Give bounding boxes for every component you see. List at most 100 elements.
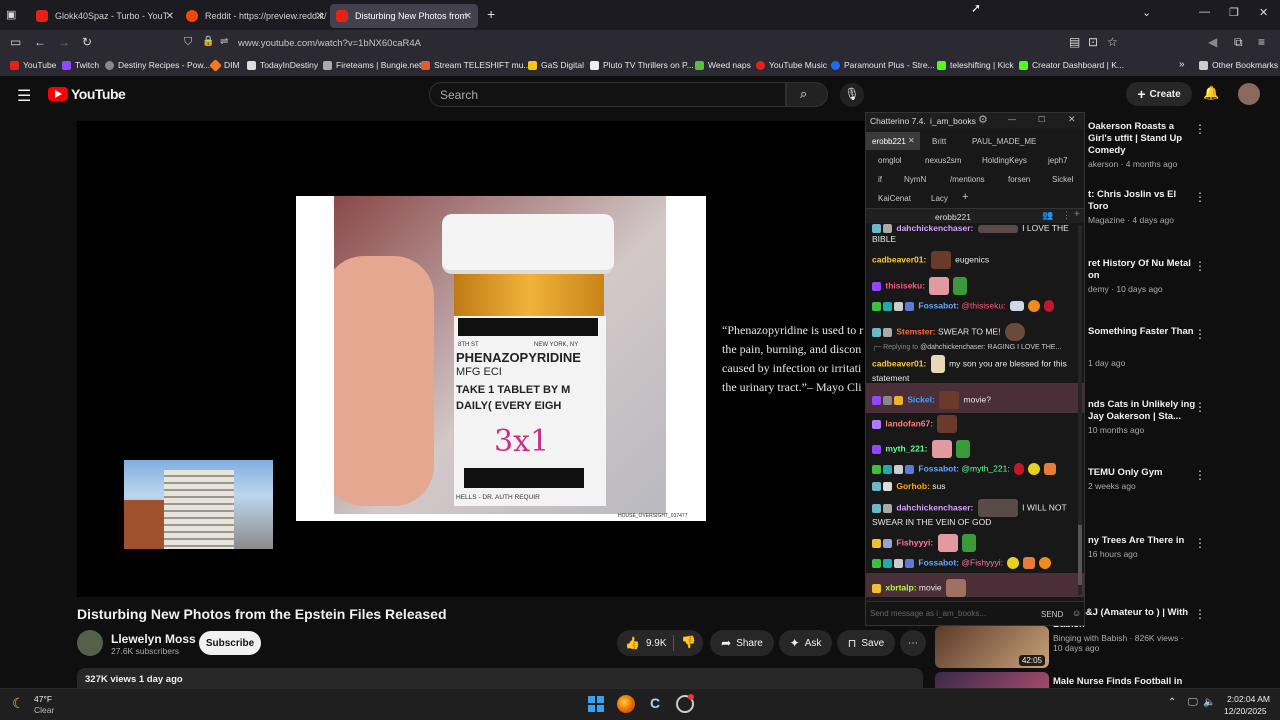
chat-username[interactable]: Fossabot:	[918, 300, 959, 310]
bookmark-gas-digital[interactable]: GaS Digital	[528, 60, 584, 70]
tab-nymn[interactable]: NymN	[904, 175, 926, 184]
back-arrow-icon[interactable]: ←	[34, 35, 46, 49]
recommendation-item[interactable]: TEMU Only Gym 2 weeks ago	[1088, 467, 1198, 491]
close-icon[interactable]: ✕	[464, 11, 472, 22]
shield-icon[interactable]: ⛉	[184, 36, 192, 49]
recommendation-item[interactable]: nds Cats in Unlikely ing Jay Oakerson | …	[1088, 399, 1198, 435]
more-options-icon[interactable]: ⋮	[1194, 607, 1206, 621]
notifications-bell-icon[interactable]: 🔔	[1203, 85, 1219, 101]
tab-forsen[interactable]: forsen	[1008, 175, 1030, 184]
more-options-icon[interactable]: ⋮	[1194, 190, 1206, 204]
minimize-button[interactable]: —	[1199, 6, 1210, 18]
chat-username[interactable]: Stemster:	[896, 326, 935, 336]
tab-erobb221[interactable]: erobb221 ✕	[866, 132, 920, 150]
more-options-icon[interactable]: ⋮	[1194, 536, 1206, 550]
sidebar-icon[interactable]: ▭	[10, 35, 21, 49]
bookmark-youtube[interactable]: YouTube	[10, 60, 56, 70]
description-box[interactable]: 327K views 1 day ago	[77, 668, 923, 688]
chevron-down-icon[interactable]: ⌄	[1142, 6, 1151, 19]
windows-start-icon[interactable]	[588, 696, 604, 712]
permissions-icon[interactable]: ⇌	[220, 36, 228, 47]
maximize-button[interactable]: ☐	[1038, 115, 1045, 124]
url-text[interactable]: www.youtube.com/watch?v=1bNX60caR4A	[238, 38, 421, 49]
tab-glokk[interactable]: Glokk40Spaz - Turbo - YouT ✕	[30, 4, 180, 28]
extensions-icon[interactable]: ⧉	[1234, 35, 1243, 50]
avatar[interactable]	[1238, 83, 1260, 105]
tab-sickel[interactable]: Sickel	[1052, 175, 1073, 184]
bookmark-twitch[interactable]: Twitch	[62, 60, 99, 70]
settings-gear-icon[interactable]: ⚙	[978, 113, 988, 126]
bookmark-teleshift[interactable]: Stream TELESHIFT mu...	[421, 60, 531, 70]
hamburger-menu-icon[interactable]: ☰	[17, 86, 31, 106]
bookmark-paramount[interactable]: Paramount Plus - Stre...	[831, 60, 935, 70]
chat-username[interactable]: thisiseku:	[885, 280, 925, 290]
tab-holdingkeys[interactable]: HoldingKeys	[982, 156, 1027, 165]
menu-icon[interactable]: ≡	[1258, 35, 1265, 49]
save-button[interactable]: ⊓ Save	[837, 630, 895, 656]
rec-title[interactable]: Oakerson Roasts a Girl's utfit | Stand U…	[1088, 121, 1198, 157]
video-thumbnail[interactable]: 42:05	[935, 626, 1049, 668]
tab-lacy[interactable]: Lacy	[931, 194, 948, 203]
tab-nexus2sm[interactable]: nexus2sm	[925, 156, 961, 165]
rec-title[interactable]: ret History Of Nu Metal on	[1088, 258, 1198, 282]
bookmark-creator-dashboard[interactable]: Creator Dashboard | K...	[1019, 60, 1124, 70]
bookmark-pluto-tv[interactable]: Pluto TV Thrillers on P...	[590, 60, 694, 70]
chat-username[interactable]: Fishyyyi:	[896, 537, 933, 547]
more-options-icon[interactable]: ⋮	[1194, 327, 1206, 341]
create-button[interactable]: + Create	[1126, 82, 1192, 106]
youtube-logo[interactable]: YouTube	[48, 86, 126, 102]
rec-title[interactable]: nds Cats in Unlikely ing Jay Oakerson | …	[1088, 399, 1198, 423]
bookmark-youtube-music[interactable]: YouTube Music	[756, 60, 827, 70]
recommendation-item[interactable]: ny Trees Are There in 16 hours ago	[1088, 535, 1198, 559]
tab-active-youtube[interactable]: Disturbing New Photos from ✕	[330, 4, 478, 28]
tab-britt[interactable]: Britt	[932, 137, 946, 146]
tab-list-icon[interactable]: ▣	[6, 8, 16, 21]
minimize-button[interactable]: —	[1008, 115, 1016, 124]
recommendation-item[interactable]: Male Nurse Finds Football in	[1053, 676, 1193, 688]
plus-icon[interactable]: +	[1074, 209, 1080, 220]
url-bar[interactable]: ⛉ 🔒 ⇌ www.youtube.com/watch?v=1bNX60caR4…	[178, 33, 1128, 53]
users-icon[interactable]: 👥	[1042, 210, 1053, 221]
speaker-icon[interactable]: 🔈	[1203, 697, 1215, 708]
thumbs-down-icon[interactable]: 👎	[681, 635, 696, 649]
bookmark-dim[interactable]: DIM	[209, 58, 240, 72]
bookmark-todayindestiny[interactable]: TodayInDestiny	[247, 60, 318, 70]
weather-temp[interactable]: 47°F	[34, 694, 52, 704]
chat-username[interactable]: landofan67:	[885, 418, 933, 428]
tab-paul-made-me[interactable]: PAUL_MADE_ME	[972, 137, 1036, 146]
chat-username[interactable]: Fossabot:	[918, 557, 959, 567]
new-tab-button[interactable]: +	[487, 6, 495, 22]
clock-date[interactable]: 12/20/2025	[1224, 706, 1267, 716]
volume-icon[interactable]: ◀	[1208, 35, 1217, 49]
network-icon[interactable]: 🖵	[1188, 697, 1198, 708]
recommendation-item[interactable]: ret History Of Nu Metal on demy · 10 days…	[1088, 258, 1198, 294]
more-options-icon[interactable]: ⋮	[1062, 210, 1071, 221]
channel-avatar[interactable]	[77, 630, 103, 656]
channel-name[interactable]: Llewelyn Moss	[111, 632, 196, 646]
chat-username[interactable]: Fossabot:	[918, 463, 959, 473]
bookmark-fireteams[interactable]: Fireteams | Bungie.net	[323, 60, 421, 70]
subscribe-button[interactable]: Subscribe	[199, 631, 261, 655]
clock-time[interactable]: 2:02:04 AM	[1227, 694, 1270, 704]
tray-chevron-icon[interactable]: ⌃	[1168, 697, 1176, 708]
microphone-icon[interactable]: 🎙	[840, 83, 864, 107]
share-button[interactable]: ➦ Share	[710, 630, 774, 656]
maximize-button[interactable]: ❐	[1229, 6, 1239, 19]
rec-title[interactable]: Male Nurse Finds Football in	[1053, 676, 1193, 688]
video-player[interactable]: 8TH ST NEW YORK, NY PHENAZOPYRIDINE MFG …	[77, 121, 923, 597]
moon-weather-icon[interactable]: ☾	[12, 695, 25, 712]
forward-arrow-icon[interactable]: →	[58, 35, 70, 49]
rec-title[interactable]: t: Chris Joslin vs El Toro	[1088, 189, 1198, 213]
save-page-icon[interactable]: ⊡	[1088, 35, 1098, 49]
bookmark-other[interactable]: Other Bookmarks	[1199, 60, 1278, 70]
more-options-icon[interactable]: ⋮	[1194, 468, 1206, 482]
add-tab-button[interactable]: +	[962, 191, 968, 203]
search-input[interactable]: Search	[429, 82, 786, 107]
close-window-button[interactable]: ✕	[1259, 6, 1268, 19]
chevron-right-icon[interactable]: »	[1179, 59, 1185, 70]
rec-title[interactable]: TEMU Only Gym	[1088, 467, 1198, 479]
chat-input[interactable]: Send message as i_am_books...	[870, 609, 986, 618]
rec-title[interactable]: ny Trees Are There in	[1088, 535, 1198, 547]
bookmark-weed-naps[interactable]: Weed naps	[695, 60, 751, 70]
reload-icon[interactable]: ↻	[82, 35, 92, 49]
